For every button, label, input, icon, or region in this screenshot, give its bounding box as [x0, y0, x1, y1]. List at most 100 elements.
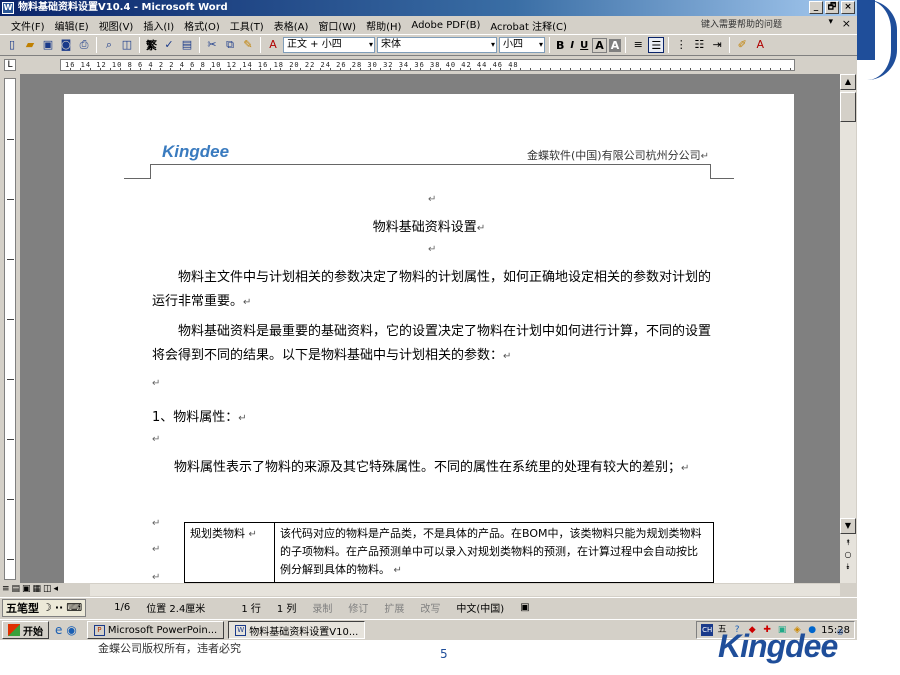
word-screenshot: W 物料基础资料设置V10.4 - Microsoft Word _ 🗗 × 文… — [0, 0, 857, 640]
document-close-icon[interactable]: × — [842, 17, 851, 30]
paragraph-mark: ↵ — [428, 244, 437, 255]
taskbar-word[interactable]: W 物料基础资料设置V10... — [228, 621, 366, 639]
paragraph-mark: ↵ — [152, 572, 161, 583]
font-selector[interactable]: 宋体 ▾ — [377, 37, 497, 53]
justify-icon[interactable]: ≡ — [630, 37, 646, 53]
font-size-value: 小四 — [503, 39, 523, 50]
research-icon[interactable]: ◫ — [119, 37, 135, 53]
section-heading-1[interactable]: 1、物料属性：↵ — [152, 406, 247, 425]
font-color-icon[interactable]: A — [752, 37, 768, 53]
paragraph-mark: ↵ — [152, 434, 161, 445]
paragraph-2[interactable]: 物料基础资料是最重要的基础资料，它的设置决定了物料在计划中如何进行计算，不同的设… — [152, 320, 717, 369]
underline-button[interactable]: U — [578, 40, 590, 51]
bold-button[interactable]: B — [554, 39, 566, 52]
character-border-button[interactable]: A — [592, 37, 607, 53]
scroll-thumb[interactable] — [840, 92, 856, 122]
crop-mark — [710, 178, 734, 179]
menu-acrobat-comments[interactable]: Acrobat 注释(C) — [485, 18, 572, 33]
table-cell-name[interactable]: 规划类物料 ↵ — [184, 522, 275, 583]
vertical-scrollbar[interactable]: ▲ ▼ ⯭ ○ ⯯ — [840, 74, 856, 583]
status-rec[interactable]: 录制 — [304, 600, 340, 615]
close-button[interactable]: × — [841, 1, 855, 14]
browser-icon[interactable]: e — [55, 623, 62, 637]
restore-button[interactable]: 🗗 — [825, 1, 839, 14]
start-button[interactable]: 开始 — [2, 621, 49, 639]
cut-icon[interactable]: ✂ — [204, 37, 220, 53]
highlight-pen-icon[interactable]: ✐ — [734, 37, 750, 53]
menu-tools[interactable]: 工具(T) — [225, 18, 269, 33]
menu-format[interactable]: 格式(O) — [179, 18, 225, 33]
menu-file[interactable]: 文件(F) — [6, 18, 50, 33]
ime-punct-icon[interactable]: ·· — [55, 601, 63, 614]
ime-keyboard-icon[interactable]: ⌨ — [66, 601, 82, 614]
toolbar-separator — [549, 37, 550, 53]
material-attribute-table: 规划类物料 ↵ 该代码对应的物料是产品类，不是具体的产品。在BOM中，该类物料只… — [184, 522, 714, 583]
menu-edit[interactable]: 编辑(E) — [50, 18, 94, 33]
numbering-icon[interactable]: ⋮ — [673, 37, 689, 53]
new-document-icon[interactable]: ▯ — [4, 37, 20, 53]
paragraph-3[interactable]: 物料属性表示了物料的来源及其它特殊属性。不同的属性在系统里的处理有较大的差别；↵ — [174, 456, 719, 481]
increase-indent-icon[interactable]: ⇥ — [709, 37, 725, 53]
scroll-up-icon[interactable]: ▲ — [840, 74, 856, 90]
status-ovr[interactable]: 改写 — [412, 600, 448, 615]
spelling-icon[interactable]: ✓ — [161, 37, 177, 53]
print-preview-icon[interactable]: ⌕ — [101, 37, 117, 53]
styles-pane-icon[interactable]: A — [265, 37, 281, 53]
table-row[interactable]: 规划类物料 ↵ 该代码对应的物料是产品类，不是具体的产品。在BOM中，该类物料只… — [184, 522, 714, 583]
status-ext[interactable]: 扩展 — [376, 600, 412, 615]
traditional-chinese-button[interactable]: 繁 — [144, 37, 159, 53]
spelling-status-icon[interactable]: ▣ — [512, 602, 537, 613]
horizontal-ruler-row: L 16 14 12 10 8 6 4 2 2 4 6 8 10 12 14 1… — [0, 57, 857, 74]
paragraph-1[interactable]: 物料主文件中与计划相关的参数决定了物料的计划属性，如何正确地设定相关的参数对计划… — [152, 266, 717, 315]
vertical-ruler[interactable] — [4, 78, 16, 580]
select-browse-object-icon[interactable]: ○ — [840, 550, 856, 559]
status-line: 1 行 — [241, 604, 261, 615]
previous-page-icon[interactable]: ⯭ — [840, 538, 856, 548]
minimize-button[interactable]: _ — [809, 1, 823, 14]
document-page[interactable]: Kingdee 金蝶软件(中国)有限公司杭州分公司↵ ↵ 物料基础资料设置↵ ↵… — [64, 94, 794, 583]
crop-mark — [150, 164, 151, 178]
save-icon[interactable]: ▣ — [40, 37, 56, 53]
table-cell-desc[interactable]: 该代码对应的物料是产品类，不是具体的产品。在BOM中，该类物料只能为规划类物料的… — [274, 522, 714, 583]
horizontal-scrollbar[interactable] — [90, 584, 840, 596]
italic-button[interactable]: I — [568, 40, 576, 51]
desktop-icon[interactable]: ◉ — [66, 623, 76, 637]
research-book-icon[interactable]: ▤ — [179, 37, 195, 53]
menu-table[interactable]: 表格(A) — [269, 18, 314, 33]
formatting-toolbar: ▯ ▰ ▣ ◙ ⎙ ⌕ ◫ 繁 ✓ ▤ ✂ ⧉ ✎ A 正文 + 小四 ▾ 宋体 ▾… — [0, 34, 857, 56]
bullets-icon[interactable]: ☷ — [691, 37, 707, 53]
permission-icon[interactable]: ◙ — [58, 37, 74, 53]
tab-selector[interactable]: L — [4, 59, 16, 71]
menu-insert[interactable]: 插入(I) — [138, 18, 179, 33]
menu-adobe-pdf[interactable]: Adobe PDF(B) — [406, 20, 485, 31]
scroll-down-icon[interactable]: ▼ — [840, 518, 856, 534]
taskbar-powerpoint[interactable]: P Microsoft PowerPoin... — [86, 621, 225, 639]
document-area[interactable]: Kingdee 金蝶软件(中国)有限公司杭州分公司↵ ↵ 物料基础资料设置↵ ↵… — [20, 74, 840, 583]
open-folder-icon[interactable]: ▰ — [22, 37, 38, 53]
window-controls: _ 🗗 × — [809, 1, 855, 14]
font-size-selector[interactable]: 小四 ▾ — [499, 37, 545, 53]
ime-indicator[interactable]: 五笔型 ☽ ·· ⌨ — [2, 598, 87, 617]
paragraph-2-text: 物料基础资料是最重要的基础资料，它的设置决定了物料在计划中如何进行计算，不同的设… — [152, 324, 712, 363]
ime-moon-icon[interactable]: ☽ — [42, 601, 52, 614]
menu-window[interactable]: 窗口(W) — [313, 18, 361, 33]
distributed-align-icon[interactable]: ☰ — [648, 37, 665, 53]
character-shading-button[interactable]: A — [608, 38, 622, 52]
format-painter-icon[interactable]: ✎ — [240, 37, 256, 53]
help-dropdown-icon[interactable]: ▾ — [828, 17, 833, 27]
view-buttons[interactable]: ≡▤▣▦◫◂ — [2, 584, 60, 594]
language-indicator[interactable]: CH — [701, 624, 714, 636]
document-title[interactable]: 物料基础资料设置↵ — [64, 216, 794, 235]
status-trk[interactable]: 修订 — [340, 600, 376, 615]
slide-logo-text: Kingdee — [718, 628, 838, 664]
print-icon[interactable]: ⎙ — [76, 37, 92, 53]
horizontal-ruler[interactable]: 16 14 12 10 8 6 4 2 2 4 6 8 10 12 14 16 … — [60, 59, 795, 71]
help-question-input[interactable]: 键入需要帮助的问题 — [697, 18, 817, 32]
next-page-icon[interactable]: ⯯ — [840, 562, 856, 572]
copy-icon[interactable]: ⧉ — [222, 37, 238, 53]
style-selector[interactable]: 正文 + 小四 ▾ — [283, 37, 375, 53]
title-bar: W 物料基础资料设置V10.4 - Microsoft Word _ 🗗 × — [0, 0, 857, 16]
menu-view[interactable]: 视图(V) — [94, 18, 139, 33]
menu-help[interactable]: 帮助(H) — [361, 18, 406, 33]
header-company-text: 金蝶软件(中国)有限公司杭州分公司 — [527, 149, 701, 162]
